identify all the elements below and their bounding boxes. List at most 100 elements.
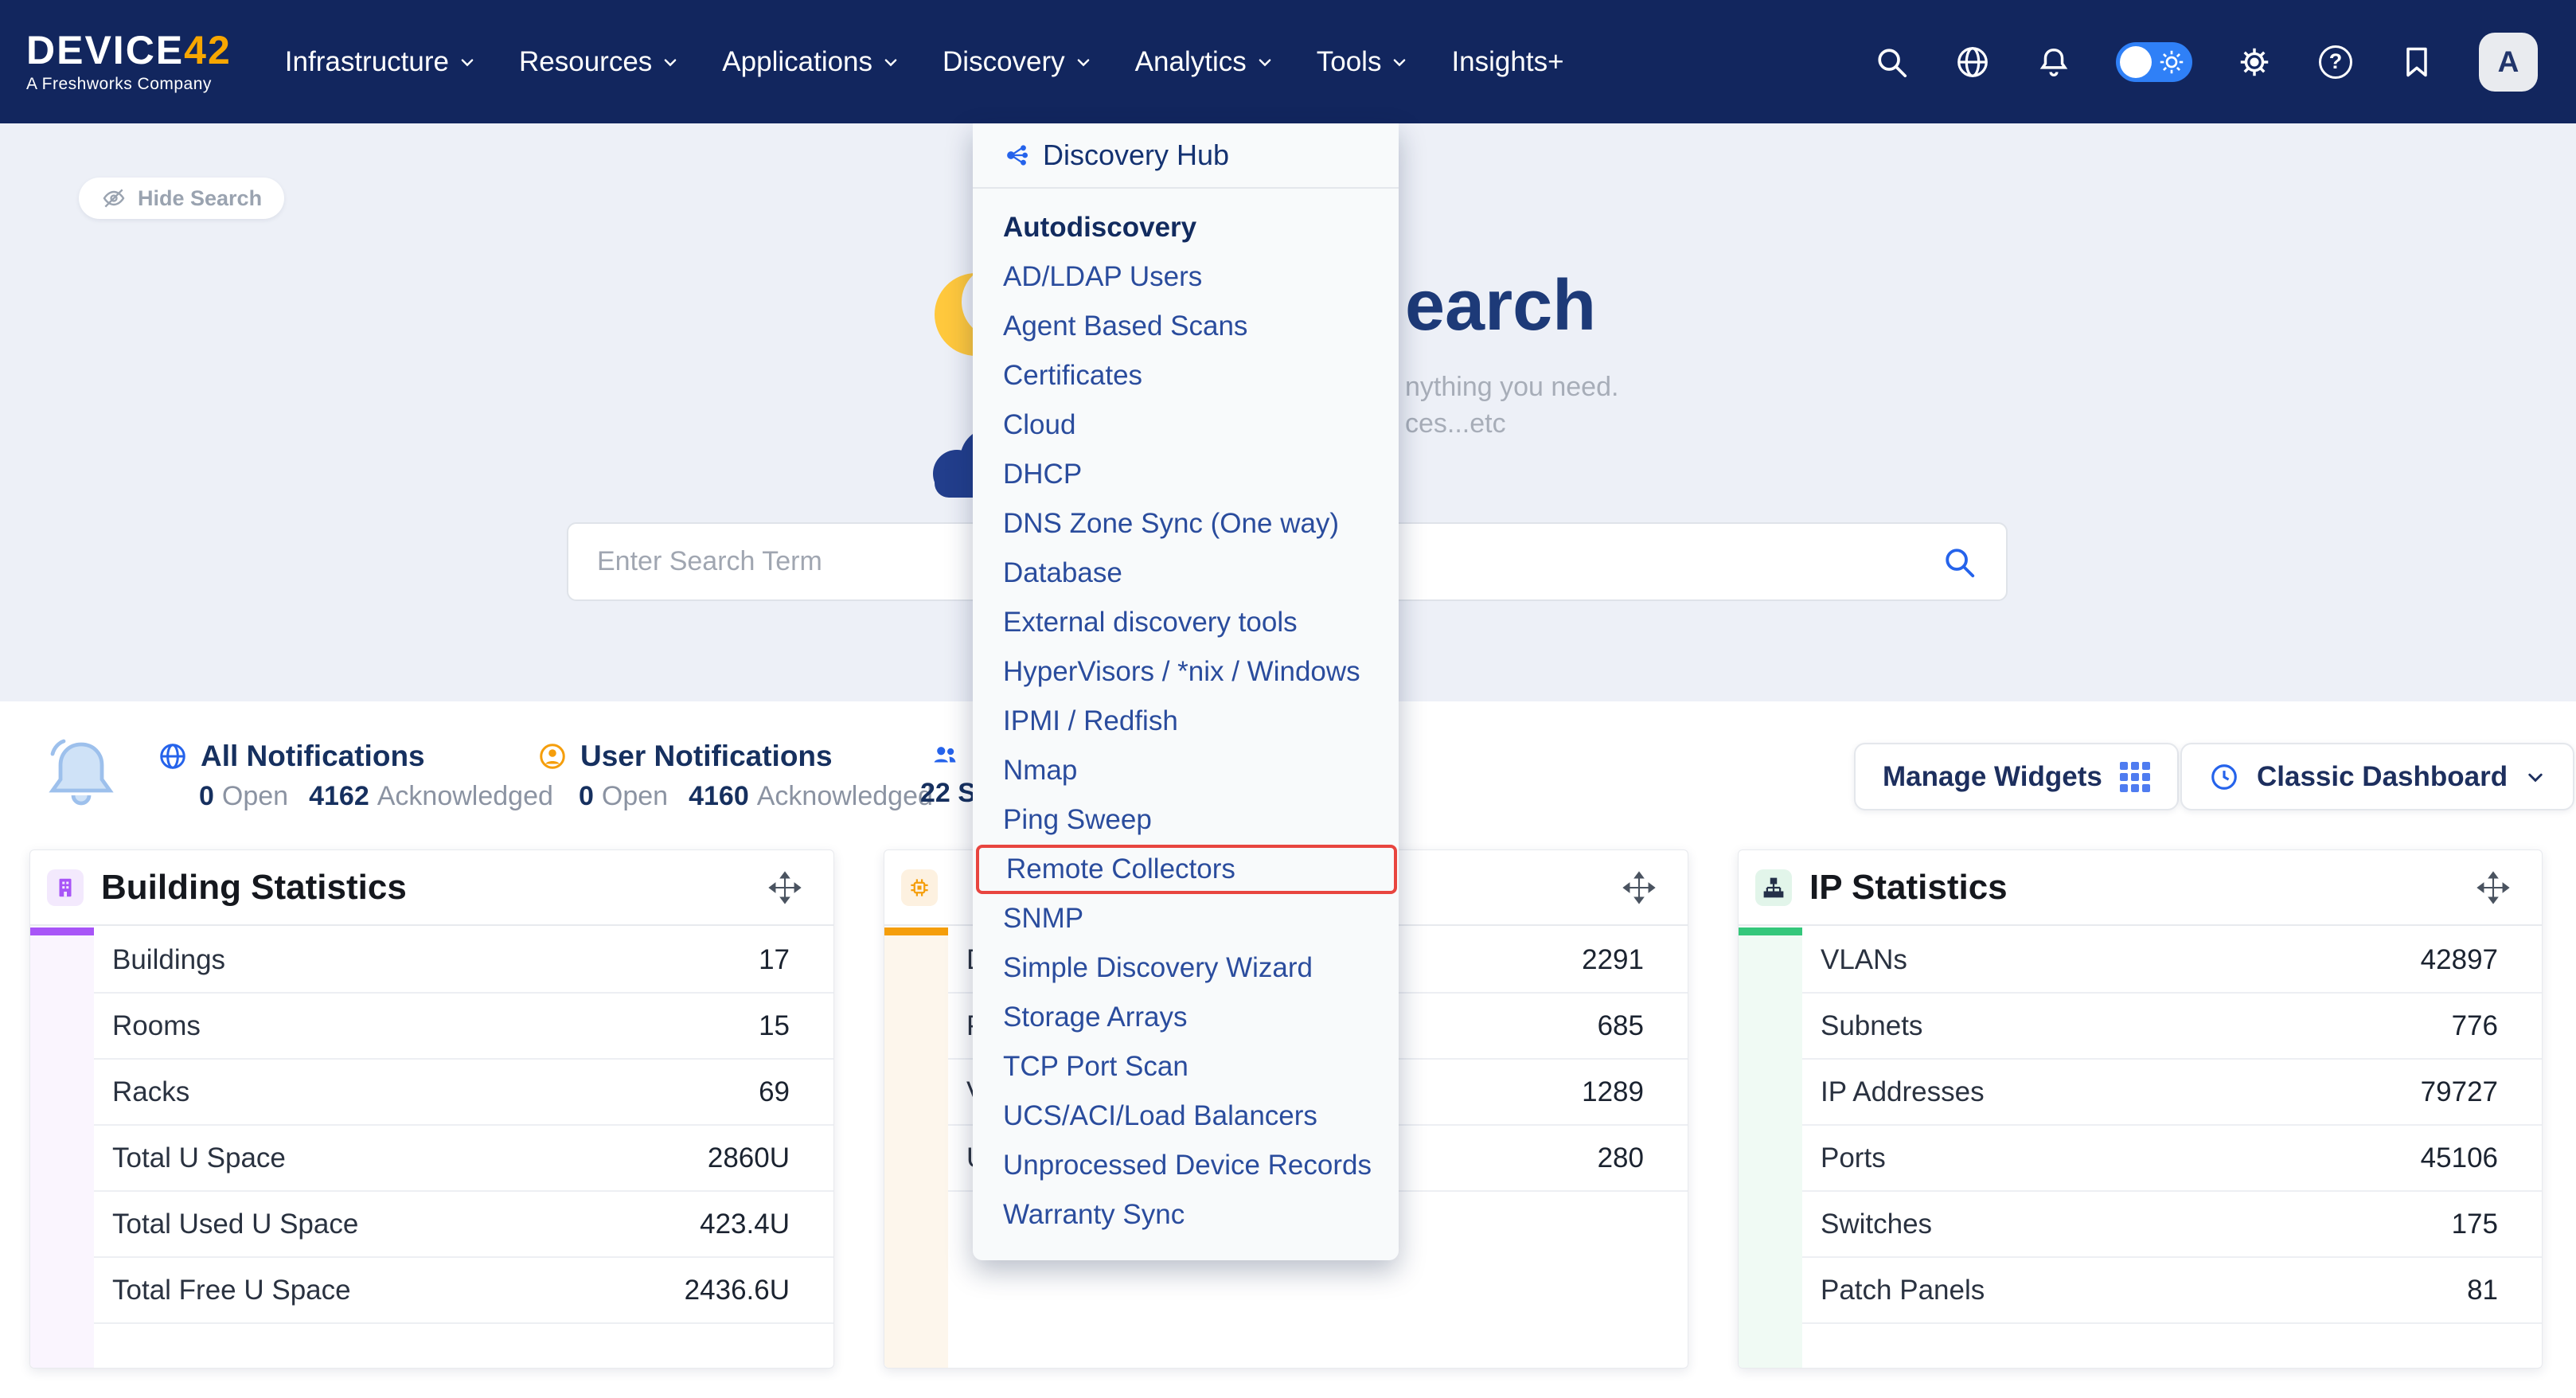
- move-handle-icon[interactable]: [1622, 871, 1656, 904]
- main-nav: Infrastructure Resources Applications Di…: [263, 0, 1586, 123]
- menu-item-storage-arrays[interactable]: Storage Arrays: [973, 993, 1399, 1042]
- chevron-down-icon: [662, 53, 679, 71]
- nav-item-resources[interactable]: Resources: [498, 0, 701, 123]
- table-row: Subnets776: [1802, 994, 2542, 1060]
- row-value: 175: [2452, 1209, 2498, 1240]
- table-row: Switches175: [1802, 1192, 2542, 1258]
- menu-item-external-discovery-tools[interactable]: External discovery tools: [973, 598, 1399, 647]
- notifications-bell-icon[interactable]: [2035, 43, 2073, 81]
- menu-section-autodiscovery: Autodiscovery: [973, 203, 1399, 252]
- table-row: VLANs42897: [1802, 927, 2542, 994]
- menu-item-certificates[interactable]: Certificates: [973, 351, 1399, 400]
- row-label: Racks: [112, 1076, 189, 1108]
- search-submit-icon[interactable]: [1941, 544, 1977, 580]
- chevron-down-icon: [1256, 53, 1274, 71]
- move-handle-icon[interactable]: [2476, 871, 2510, 904]
- network-sitemap-icon: [1755, 869, 1792, 906]
- user-notifications-group: User Notifications 0Open4160Acknowledged: [537, 740, 933, 812]
- menu-item-ad-ldap-users[interactable]: AD/LDAP Users: [973, 252, 1399, 302]
- move-handle-icon[interactable]: [768, 871, 802, 904]
- globe-icon: [158, 741, 188, 771]
- menu-item-agent-based-scans[interactable]: Agent Based Scans: [973, 302, 1399, 351]
- chevron-down-icon: [882, 53, 900, 71]
- card-title: Building Statistics: [101, 868, 407, 908]
- people-icon: [930, 740, 960, 770]
- nav-item-insights[interactable]: Insights+: [1430, 0, 1585, 123]
- chevron-down-icon: [2525, 767, 2546, 787]
- menu-item-hypervisors-nix-windows[interactable]: HyperVisors / *nix / Windows: [973, 647, 1399, 697]
- menu-item-remote-collectors[interactable]: Remote Collectors: [976, 845, 1397, 894]
- manage-widgets-button[interactable]: Manage Widgets: [1854, 743, 2179, 810]
- user-icon: [537, 741, 568, 771]
- building-statistics-card: Building Statistics Buildings17 Rooms15 …: [29, 849, 834, 1369]
- classic-dashboard-button[interactable]: Classic Dashboard: [2180, 743, 2574, 810]
- menu-item-label: Discovery Hub: [1043, 139, 1229, 172]
- discovery-dropdown-menu: Discovery Hub Autodiscovery AD/LDAP User…: [973, 123, 1399, 1260]
- hero-heading-fragment: earch: [1405, 265, 1596, 347]
- open-count: 0: [199, 781, 214, 811]
- menu-item-database[interactable]: Database: [973, 549, 1399, 598]
- building-statistics-icon: [47, 869, 84, 906]
- nav-item-analytics[interactable]: Analytics: [1114, 0, 1295, 123]
- card-accent-strip: [30, 927, 94, 1368]
- card-accent-strip: [1739, 927, 1802, 1368]
- menu-item-dhcp[interactable]: DHCP: [973, 450, 1399, 499]
- menu-item-ucs-aci-load-balancers[interactable]: UCS/ACI/Load Balancers: [973, 1091, 1399, 1141]
- logo-subtitle: A Freshworks Company: [26, 75, 232, 94]
- open-count: 0: [579, 781, 594, 811]
- menu-item-warranty-sync[interactable]: Warranty Sync: [973, 1190, 1399, 1240]
- gear-icon[interactable]: [2235, 43, 2274, 81]
- theme-toggle[interactable]: [2116, 42, 2192, 82]
- row-value: 280: [1598, 1142, 1644, 1174]
- row-value: 45106: [2421, 1142, 2498, 1174]
- nav-item-discovery[interactable]: Discovery: [921, 0, 1114, 123]
- card-accent-bar: [30, 927, 94, 935]
- search-icon[interactable]: [1872, 43, 1911, 81]
- menu-item-snmp[interactable]: SNMP: [973, 894, 1399, 943]
- row-value: 79727: [2421, 1076, 2498, 1108]
- menu-item-ipmi-redfish[interactable]: IPMI / Redfish: [973, 697, 1399, 746]
- navbar-actions: A: [1872, 33, 2538, 92]
- table-row: Total Free U Space2436.6U: [94, 1258, 833, 1324]
- table-row: Ports 45106: [1802, 1126, 2542, 1192]
- row-value: 1289: [1582, 1076, 1644, 1108]
- card-title: IP Statistics: [1809, 868, 2008, 908]
- nav-item-applications[interactable]: Applications: [701, 0, 921, 123]
- menu-item-unprocessed-device-records[interactable]: Unprocessed Device Records: [973, 1141, 1399, 1190]
- logo-accent: 42: [184, 28, 232, 72]
- open-label: Open: [602, 781, 668, 811]
- row-label: Ports: [1821, 1142, 1886, 1174]
- table-row: Racks69: [94, 1060, 833, 1126]
- eye-off-icon: [101, 185, 127, 211]
- globe-icon[interactable]: [1953, 43, 1992, 81]
- partial-count-fragment: 22 S: [920, 778, 976, 808]
- hide-search-label: Hide Search: [138, 186, 262, 211]
- avatar[interactable]: A: [2479, 33, 2538, 92]
- bookmark-icon[interactable]: [2398, 43, 2436, 81]
- hero-subtitle-fragment-1: nything you need.: [1405, 372, 1618, 403]
- ack-count: 4162: [309, 781, 369, 811]
- help-icon[interactable]: [2316, 43, 2355, 81]
- all-notifications-title: All Notifications: [201, 740, 425, 773]
- nav-item-infrastructure[interactable]: Infrastructure: [263, 0, 498, 123]
- menu-item-cloud[interactable]: Cloud: [973, 400, 1399, 450]
- menu-item-simple-discovery-wizard[interactable]: Simple Discovery Wizard: [973, 943, 1399, 993]
- nav-item-tools[interactable]: Tools: [1295, 0, 1430, 123]
- menu-item-nmap[interactable]: Nmap: [973, 746, 1399, 795]
- row-value: 685: [1598, 1010, 1644, 1042]
- menu-item-dns-zone-sync[interactable]: DNS Zone Sync (One way): [973, 499, 1399, 549]
- row-value: 15: [759, 1010, 790, 1042]
- ack-label: Acknowledged: [377, 781, 553, 811]
- menu-item-ping-sweep[interactable]: Ping Sweep: [973, 795, 1399, 845]
- row-value: 423.4U: [700, 1209, 790, 1240]
- user-notifications-counts: 0Open4160Acknowledged: [579, 781, 933, 812]
- device42-logo[interactable]: DEVICE42 A Freshworks Company: [26, 30, 232, 94]
- menu-item-discovery-hub[interactable]: Discovery Hub: [973, 123, 1399, 189]
- row-label: Subnets: [1821, 1010, 1922, 1042]
- row-value: 17: [759, 944, 790, 976]
- all-notifications-counts: 0Open4162Acknowledged: [199, 781, 553, 812]
- all-notifications-group: All Notifications 0Open4162Acknowledged: [158, 740, 553, 812]
- hide-search-button[interactable]: Hide Search: [79, 178, 284, 219]
- menu-item-tcp-port-scan[interactable]: TCP Port Scan: [973, 1042, 1399, 1091]
- nav-label: Tools: [1317, 46, 1382, 78]
